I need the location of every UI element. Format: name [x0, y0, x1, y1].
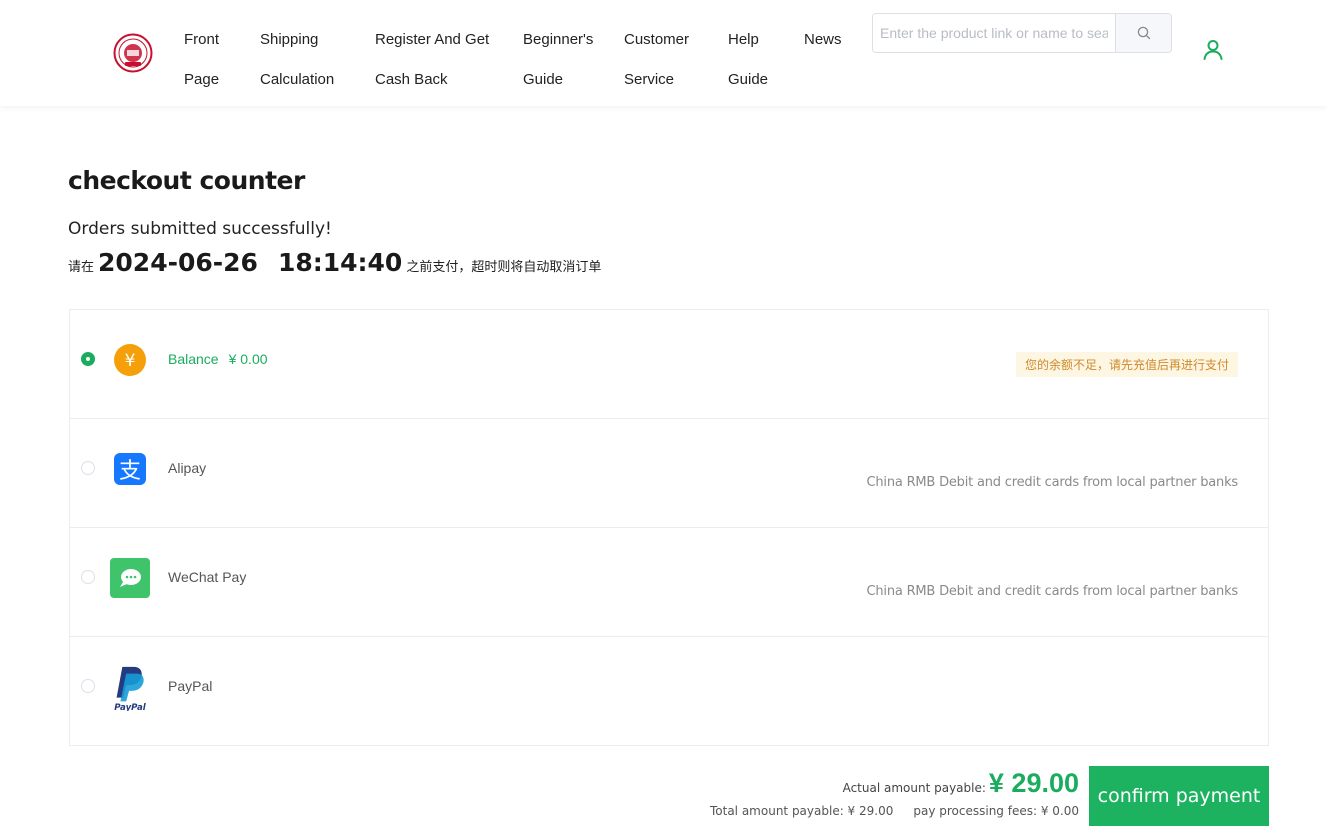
order-success-message: Orders submitted successfully!: [68, 219, 332, 239]
nav-news[interactable]: News: [804, 20, 842, 60]
deadline-date: 2024-06-26: [98, 248, 258, 277]
balance-amount: ¥ 0.00: [228, 351, 268, 367]
amount-breakdown: Total amount payable: ¥ 29.00 pay process…: [710, 804, 1079, 818]
radio-paypal[interactable]: [81, 679, 95, 693]
payment-deadline: 请在 2024-06-26 18:14:40 之前支付，超时则将自动取消订单: [68, 248, 601, 277]
svg-text:¥: ¥: [125, 351, 136, 371]
nav-beginners-guide[interactable]: Beginner's Guide: [523, 20, 593, 100]
search-input[interactable]: [873, 14, 1115, 52]
deadline-prefix: 请在: [68, 259, 95, 274]
site-header: Front Page Shipping Calculation Register…: [0, 0, 1327, 106]
nav-label-line2: Page: [184, 71, 220, 88]
search-icon: [1137, 26, 1150, 40]
seal-logo-icon[interactable]: [113, 33, 153, 73]
svg-text:支: 支: [119, 459, 141, 484]
insufficient-balance-badge: 您的余额不足，请先充值后再进行支付: [1015, 352, 1238, 377]
payment-description: China RMB Debit and credit cards from lo…: [866, 584, 1239, 599]
payment-label: Balance: [168, 351, 219, 367]
actual-amount-value: ¥ 29.00: [988, 768, 1079, 798]
user-icon[interactable]: [1201, 38, 1225, 62]
nav-label-line1: Beginner's: [523, 31, 594, 48]
radio-wechat[interactable]: [81, 570, 95, 584]
nav-label-line1: News: [804, 31, 842, 48]
processing-fees: pay processing fees: ¥ 0.00: [913, 804, 1079, 818]
paypal-icon: PayPal: [114, 666, 147, 711]
payment-option-balance[interactable]: ¥ Balance ¥ 0.00 您的余额不足，请先充值后再进行支付: [70, 310, 1268, 419]
payment-name: Balance ¥ 0.00: [168, 351, 268, 367]
payment-method-list: ¥ Balance ¥ 0.00 您的余额不足，请先充值后再进行支付 支 Alip…: [69, 309, 1269, 746]
deadline-suffix: 之前支付，超时则将自动取消订单: [406, 259, 602, 274]
svg-text:PayPal: PayPal: [114, 703, 146, 711]
radio-alipay[interactable]: [81, 461, 95, 475]
nav-label-line1: Front: [184, 31, 220, 48]
page-title: checkout counter: [68, 166, 305, 195]
payment-label: PayPal: [168, 678, 213, 694]
yuan-coin-icon: ¥: [114, 344, 146, 376]
nav-label-line1: Shipping: [260, 31, 319, 48]
nav-shipping-calculation[interactable]: Shipping Calculation: [260, 20, 334, 100]
alipay-icon: 支: [114, 453, 146, 485]
nav-label-line1: Help: [728, 31, 759, 48]
payment-label: Alipay: [168, 460, 207, 476]
nav-label-line1: Register And Get: [375, 31, 490, 48]
nav-register-cash-back[interactable]: Register And Get Cash Back: [375, 20, 489, 100]
deadline-time: 18:14:40: [277, 248, 403, 277]
nav-help-guide[interactable]: Help Guide: [728, 20, 768, 100]
actual-amount-label: Actual amount payable:: [842, 781, 986, 795]
payment-option-wechat[interactable]: WeChat Pay China RMB Debit and credit ca…: [70, 528, 1268, 637]
nav-label-line2: Calculation: [260, 71, 335, 88]
nav-label-line2: Guide: [728, 71, 769, 88]
wechat-pay-icon: [110, 558, 150, 598]
total-amount: Total amount payable: ¥ 29.00: [709, 804, 894, 818]
confirm-payment-button[interactable]: confirm payment: [1089, 766, 1269, 826]
nav-label-line2: Service: [624, 71, 675, 88]
nav-label-line1: Customer: [624, 31, 690, 48]
payment-option-paypal[interactable]: PayPal PayPal: [70, 637, 1268, 746]
payment-description: China RMB Debit and credit cards from lo…: [866, 475, 1239, 490]
nav-front-page[interactable]: Front Page: [184, 20, 219, 100]
actual-amount: Actual amount payable: ¥ 29.00: [843, 768, 1079, 799]
nav-label-line2: Cash Back: [375, 71, 448, 88]
payment-label: WeChat Pay: [168, 569, 247, 585]
radio-balance[interactable]: [81, 352, 95, 366]
search-bar: [872, 13, 1172, 53]
payment-option-alipay[interactable]: 支 Alipay China RMB Debit and credit card…: [70, 419, 1268, 528]
nav-customer-service[interactable]: Customer Service: [624, 20, 689, 100]
nav-label-line2: Guide: [523, 71, 564, 88]
search-button[interactable]: [1115, 14, 1171, 52]
